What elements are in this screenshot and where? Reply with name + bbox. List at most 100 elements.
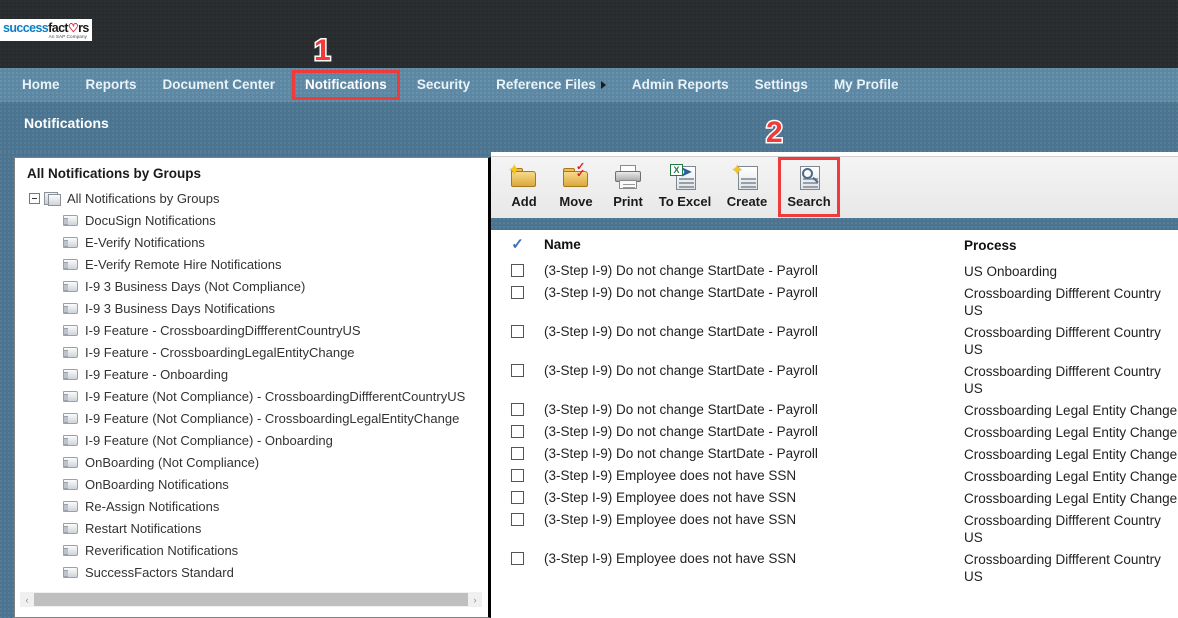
- tag-icon: [63, 236, 78, 248]
- row-checkbox[interactable]: [511, 447, 524, 460]
- tree-node-item[interactable]: I-9 Feature - CrossboardingLegalEntityCh…: [15, 341, 488, 363]
- tag-icon: [63, 566, 78, 578]
- row-checkbox[interactable]: [511, 403, 524, 416]
- tree-node-root[interactable]: All Notifications by Groups: [15, 187, 488, 209]
- nav-item-label: Settings: [754, 77, 808, 92]
- nav-item-reference-files[interactable]: Reference Files: [483, 68, 619, 102]
- table-row[interactable]: (3-Step I-9) Employee does not have SSN C…: [491, 546, 1178, 585]
- scroll-left-arrow-icon[interactable]: ‹: [20, 592, 34, 607]
- row-checkbox-cell[interactable]: [491, 441, 544, 460]
- row-checkbox[interactable]: [511, 491, 524, 504]
- nav-item-admin-reports[interactable]: Admin Reports: [619, 68, 742, 102]
- row-checkbox-cell[interactable]: [491, 546, 544, 565]
- row-checkbox-cell[interactable]: [491, 280, 544, 299]
- row-checkbox[interactable]: [511, 469, 524, 482]
- scrollbar-thumb[interactable]: [34, 593, 468, 606]
- row-checkbox[interactable]: [511, 364, 524, 377]
- cell-name: (3-Step I-9) Do not change StartDate - P…: [544, 446, 818, 461]
- row-checkbox[interactable]: [511, 513, 524, 526]
- toolbar-button-print[interactable]: Print: [602, 157, 654, 215]
- logo-text-success: success: [3, 21, 49, 35]
- table-row[interactable]: (3-Step I-9) Do not change StartDate - P…: [491, 319, 1178, 358]
- collapse-expander-icon[interactable]: [29, 192, 40, 204]
- tag-icon: [63, 544, 78, 556]
- tag-icon: [63, 478, 78, 490]
- tree-node-item[interactable]: OnBoarding (Not Compliance): [15, 451, 488, 473]
- scroll-right-arrow-icon[interactable]: ›: [468, 592, 482, 607]
- tree-node-item[interactable]: I-9 Feature - Onboarding: [15, 363, 488, 385]
- tree-node-item[interactable]: I-9 Feature - CrossboardingDiffferentCou…: [15, 319, 488, 341]
- table-row[interactable]: (3-Step I-9) Do not change StartDate - P…: [491, 419, 1178, 441]
- cell-name: (3-Step I-9) Employee does not have SSN: [544, 468, 797, 483]
- nav-item-security[interactable]: Security: [404, 68, 483, 102]
- row-checkbox[interactable]: [511, 264, 524, 277]
- toolbar-button-label: Create: [726, 194, 768, 209]
- tree-node-item[interactable]: I-9 3 Business Days (Not Compliance): [15, 275, 488, 297]
- table-row[interactable]: (3-Step I-9) Do not change StartDate - P…: [491, 258, 1178, 280]
- logo-text-rs: rs: [78, 21, 89, 35]
- tree-node-item[interactable]: Re-Assign Notifications: [15, 495, 488, 517]
- toolbar-button-label: To Excel: [658, 194, 712, 209]
- select-all-cell[interactable]: ✓: [491, 230, 544, 252]
- toolbar-grid-separator: [491, 218, 1178, 230]
- table-row[interactable]: (3-Step I-9) Employee does not have SSN C…: [491, 485, 1178, 507]
- toolbar-button-create[interactable]: ✦ Create: [716, 157, 778, 215]
- tree-node-label: OnBoarding (Not Compliance): [85, 454, 260, 470]
- row-checkbox-cell[interactable]: [491, 358, 544, 377]
- tree-root-label: All Notifications by Groups: [67, 190, 220, 206]
- tree-node-item[interactable]: DocuSign Notifications: [15, 209, 488, 231]
- column-header-process[interactable]: Process: [964, 230, 1178, 254]
- toolbar-button-add[interactable]: ✦ Add: [498, 157, 550, 215]
- notifications-data-grid: ✓ Name Process (3-Step I-9) Do not chang…: [491, 230, 1178, 618]
- nav-item-reports[interactable]: Reports: [73, 68, 150, 102]
- row-checkbox-cell[interactable]: [491, 463, 544, 482]
- tag-icon: [63, 258, 78, 270]
- cell-process: Crossboarding Legal Entity Change: [964, 403, 1178, 418]
- tree-node-item[interactable]: E-Verify Notifications: [15, 231, 488, 253]
- row-checkbox-cell[interactable]: [491, 485, 544, 504]
- tree-node-item[interactable]: I-9 Feature (Not Compliance) - Crossboar…: [15, 407, 488, 429]
- check-icon[interactable]: ✓: [511, 236, 524, 252]
- table-row[interactable]: (3-Step I-9) Employee does not have SSN C…: [491, 463, 1178, 485]
- table-row[interactable]: (3-Step I-9) Do not change StartDate - P…: [491, 280, 1178, 319]
- row-checkbox-cell[interactable]: [491, 507, 544, 526]
- tree-node-item[interactable]: E-Verify Remote Hire Notifications: [15, 253, 488, 275]
- table-row[interactable]: (3-Step I-9) Do not change StartDate - P…: [491, 358, 1178, 397]
- tree-node-item[interactable]: I-9 Feature (Not Compliance) - Crossboar…: [15, 385, 488, 407]
- tree-node-label: I-9 3 Business Days (Not Compliance): [85, 278, 306, 294]
- row-checkbox-cell[interactable]: [491, 419, 544, 438]
- logo-text-fact: fact: [48, 21, 68, 35]
- tree-horizontal-scrollbar[interactable]: ‹ ›: [20, 592, 482, 607]
- table-row[interactable]: (3-Step I-9) Do not change StartDate - P…: [491, 397, 1178, 419]
- nav-item-settings[interactable]: Settings: [742, 68, 821, 102]
- tree-node-item[interactable]: SuccessFactors Standard: [15, 561, 488, 583]
- tree-node-item[interactable]: OnBoarding Notifications: [15, 473, 488, 495]
- tree-node-item[interactable]: I-9 Feature (Not Compliance) - Onboardin…: [15, 429, 488, 451]
- row-checkbox-cell[interactable]: [491, 319, 544, 338]
- toolbar-button-move[interactable]: ✓ ✓ Move: [550, 157, 602, 215]
- row-checkbox[interactable]: [511, 325, 524, 338]
- row-checkbox-cell[interactable]: [491, 397, 544, 416]
- row-checkbox[interactable]: [511, 286, 524, 299]
- table-row[interactable]: (3-Step I-9) Employee does not have SSN C…: [491, 507, 1178, 546]
- table-row[interactable]: (3-Step I-9) Do not change StartDate - P…: [491, 441, 1178, 463]
- tag-icon: [63, 412, 78, 424]
- main-navigation-bar: Home Reports Document Center Notifications S…: [0, 68, 1178, 102]
- toolbar-button-search[interactable]: Search: [778, 157, 840, 217]
- chevron-right-icon: [600, 81, 606, 89]
- cell-name: (3-Step I-9) Do not change StartDate - P…: [544, 285, 818, 300]
- tree-node-label: Restart Notifications: [85, 520, 202, 536]
- column-header-name[interactable]: Name: [544, 230, 964, 252]
- toolbar-button-to-excel[interactable]: X ➤ To Excel: [654, 157, 716, 215]
- tree-node-item[interactable]: Reverification Notifications: [15, 539, 488, 561]
- tag-icon: [63, 324, 78, 336]
- nav-item-home[interactable]: Home: [0, 68, 73, 102]
- row-checkbox[interactable]: [511, 552, 524, 565]
- tree-node-item[interactable]: I-9 3 Business Days Notifications: [15, 297, 488, 319]
- nav-item-document-center[interactable]: Document Center: [150, 68, 289, 102]
- tree-node-item[interactable]: Restart Notifications: [15, 517, 488, 539]
- row-checkbox-cell[interactable]: [491, 258, 544, 277]
- nav-item-notifications[interactable]: Notifications: [292, 70, 400, 100]
- nav-item-my-profile[interactable]: My Profile: [821, 68, 912, 102]
- row-checkbox[interactable]: [511, 425, 524, 438]
